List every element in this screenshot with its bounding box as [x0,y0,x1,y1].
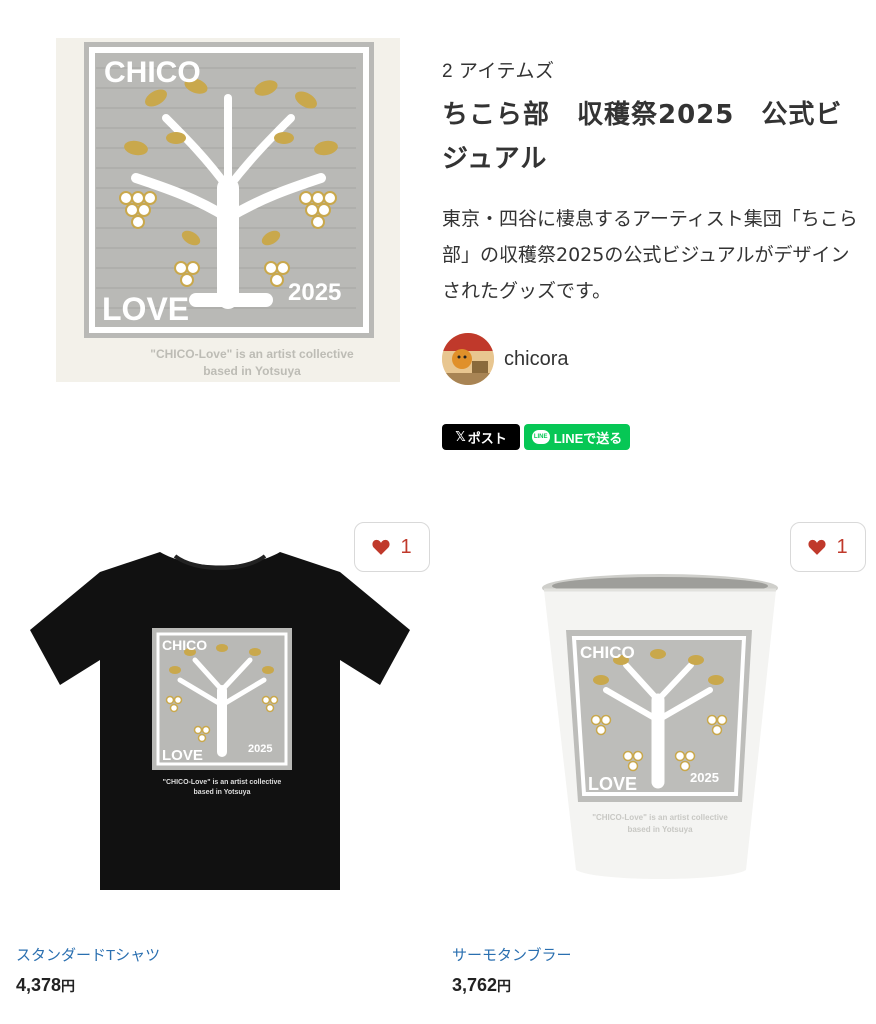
svg-text:2025: 2025 [288,279,341,306]
svg-text:CHICO: CHICO [104,56,201,89]
product-name[interactable]: サーモタンブラー [452,944,572,965]
svg-text:"CHICO-Love" is an artist coll: "CHICO-Love" is an artist collective [592,813,728,822]
x-logo-icon: 𝕏 [455,429,466,444]
svg-text:based in Yotsuya: based in Yotsuya [194,789,251,796]
artwork-illustration: CHICO LOVE 2025 "CHICO-Love" is an artis… [56,38,400,382]
svg-text:"CHICO-Love" is an artist coll: "CHICO-Love" is an artist collective [163,779,282,786]
product-image[interactable]: CHICO LOVE 2025 "CHICO-Love" is an artis… [446,520,866,920]
price-currency: 円 [61,978,76,994]
tumbler-image: CHICO LOVE 2025 "CHICO-Love" is an artis… [542,574,778,879]
price-value: 3,762 [452,975,498,995]
svg-text:CHICO: CHICO [580,643,635,662]
price-currency: 円 [497,978,512,994]
product-price: 4,378円 [16,975,75,996]
product-card[interactable]: CHICO LOVE 2025 "CHICO-Love" is an artis… [446,520,866,995]
collection-description: 東京・四谷に棲息するアーティスト集団「ちこら部」の収穫祭2025の公式ビジュアル… [442,208,858,302]
svg-text:LOVE: LOVE [102,291,189,327]
svg-text:2025: 2025 [248,743,272,755]
svg-text:LOVE: LOVE [588,774,637,794]
collection-title: ちこら部 収穫祭2025 公式ビジュアル [442,100,843,174]
like-count: 1 [836,535,848,558]
avatar[interactable] [442,333,494,385]
product-name[interactable]: スタンダードTシャツ [16,944,160,965]
share-buttons: 𝕏 ポスト LINE LINEで送る [442,424,630,450]
like-count: 1 [400,535,412,558]
share-x-button[interactable]: 𝕏 ポスト [442,424,520,450]
heart-icon [808,539,826,555]
product-image[interactable]: CHICO LOVE 2025 "CHICO-Love" is an artis… [10,520,430,920]
price-value: 4,378 [16,975,62,995]
svg-text:2025: 2025 [690,770,719,785]
like-button[interactable]: 1 [790,522,866,572]
share-line-label: LINEで送る [553,430,623,446]
product-card[interactable]: CHICO LOVE 2025 "CHICO-Love" is an artis… [10,520,430,995]
item-count: 2 アイテムズ [442,61,555,82]
share-x-label: ポスト [467,430,507,446]
heart-icon [372,539,390,555]
svg-text:"CHICO-Love" is an artist coll: "CHICO-Love" is an artist collective [150,347,354,361]
svg-text:CHICO: CHICO [162,637,207,653]
svg-text:based in Yotsuya: based in Yotsuya [627,825,693,834]
collection-artwork: CHICO LOVE 2025 "CHICO-Love" is an artis… [56,38,400,382]
svg-text:LOVE: LOVE [162,747,203,764]
tshirt-image: CHICO LOVE 2025 "CHICO-Love" is an artis… [30,552,410,890]
share-line-button[interactable]: LINE LINEで送る [524,424,630,450]
creator-name[interactable]: chicora [504,348,568,371]
collection-info: 2 アイテムズ ちこら部 収穫祭2025 公式ビジュアル 東京・四谷に棲息するア… [442,56,862,309]
product-price: 3,762円 [452,975,511,996]
svg-text:based in Yotsuya: based in Yotsuya [203,364,301,378]
like-button[interactable]: 1 [354,522,430,572]
creator-link[interactable]: chicora [442,333,568,385]
line-logo-icon: LINE [531,430,550,444]
